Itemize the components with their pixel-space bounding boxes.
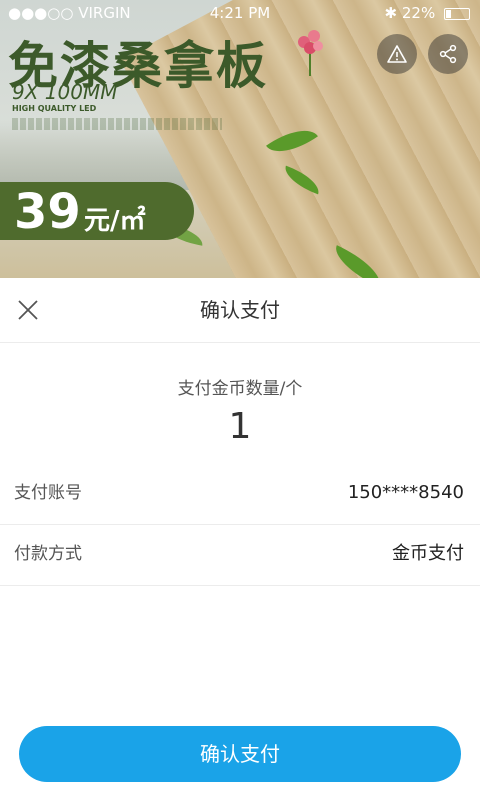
payment-method-value: 金币支付 bbox=[392, 543, 464, 564]
amount-label: 支付金币数量/个 bbox=[177, 379, 303, 399]
sheet-title: 确认支付 bbox=[200, 298, 280, 322]
amount-value: 1 bbox=[228, 406, 252, 447]
price-number: 39 bbox=[14, 184, 81, 240]
product-banner: ●●●○○ VIRGIN 4:21 PM ✱ 22% 免漆桑拿板 9X 100M… bbox=[0, 0, 480, 278]
battery-icon bbox=[444, 7, 470, 20]
status-bar: ●●●○○ VIRGIN 4:21 PM ✱ 22% bbox=[0, 0, 480, 26]
product-tagline: HIGH QUALITY LED bbox=[12, 104, 97, 113]
confirm-pay-button[interactable]: 确认支付 bbox=[19, 726, 461, 782]
price-unit: 元/㎡ bbox=[84, 206, 146, 236]
flower-decoration bbox=[298, 30, 323, 76]
report-button[interactable] bbox=[377, 34, 417, 74]
payment-sheet: 确认支付 支付金币数量/个 1 支付账号 150****8540 付款方式 金币… bbox=[0, 278, 480, 800]
payment-method-label: 付款方式 bbox=[14, 544, 82, 564]
bluetooth-icon: ✱ bbox=[384, 4, 398, 22]
sheet-header: 确认支付 bbox=[0, 278, 480, 343]
account-row: 支付账号 150****8540 bbox=[0, 462, 480, 525]
fine-print bbox=[12, 118, 222, 130]
warning-icon bbox=[387, 45, 407, 63]
battery-percent: 22% bbox=[401, 4, 436, 22]
share-button[interactable] bbox=[428, 34, 468, 74]
account-value: 150****8540 bbox=[347, 482, 464, 503]
payment-method-row[interactable]: 付款方式 金币支付 bbox=[0, 523, 480, 586]
price-tag: 39 元/㎡ bbox=[0, 182, 194, 240]
product-size: 9X 100MM bbox=[12, 80, 118, 104]
account-label: 支付账号 bbox=[14, 483, 82, 503]
share-icon bbox=[439, 44, 457, 64]
battery-indicator: ✱ 22% bbox=[385, 0, 470, 26]
